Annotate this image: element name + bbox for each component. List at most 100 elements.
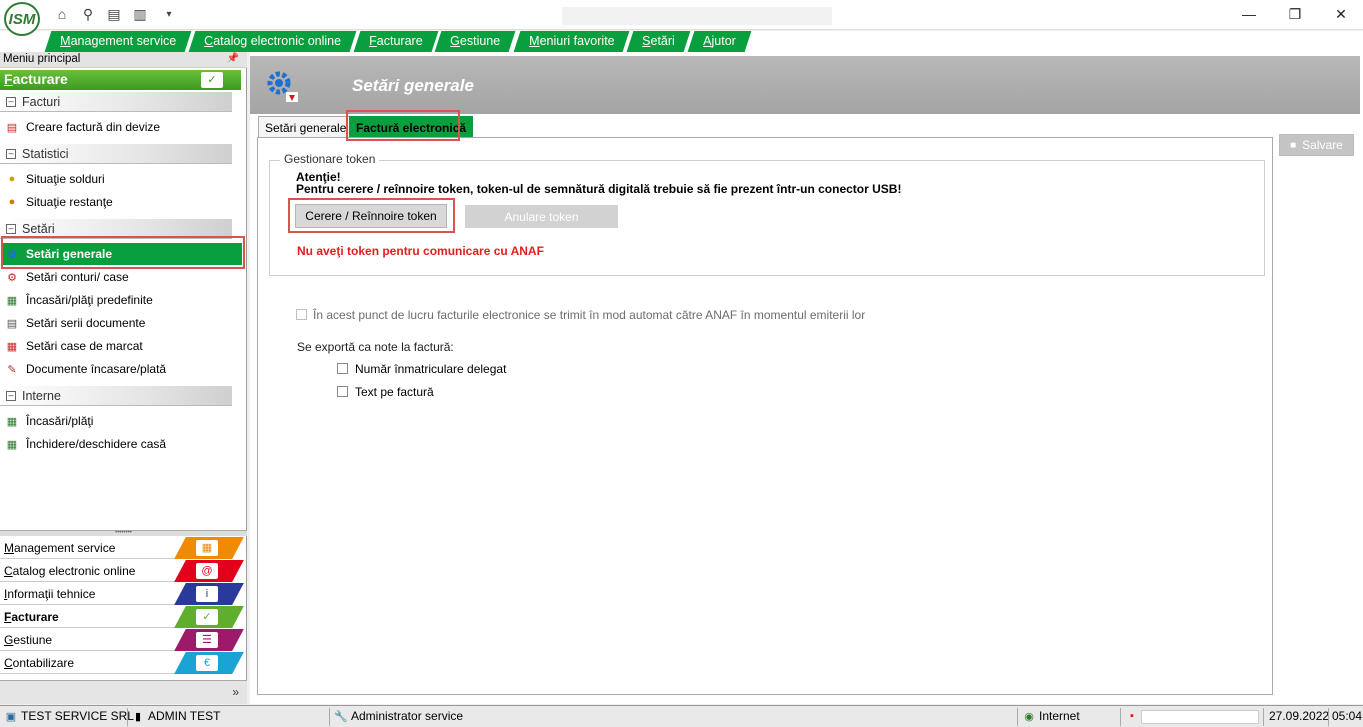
invoice-icon: ✓: [196, 609, 218, 625]
company-icon: ▣: [5, 710, 17, 723]
cash-register-icon: ▦: [6, 340, 18, 353]
highlight-box: [346, 110, 460, 141]
group-statistici[interactable]: – Statistici: [0, 144, 241, 164]
status-zone: ◉ Internet: [1022, 709, 1080, 723]
close-icon[interactable]: ✕: [1329, 4, 1353, 24]
predefined-payments-icon: ▦: [6, 294, 18, 307]
more-modules-icon[interactable]: »: [232, 685, 239, 699]
quick-access-dropdown-icon[interactable]: ▾: [160, 5, 178, 23]
menu-bar: Management service Catalog electronic on…: [0, 31, 1363, 52]
invoice-module-icon: ✓: [201, 72, 223, 88]
invoice-create-icon: ▤: [6, 121, 18, 134]
catalog-at-icon: @: [196, 563, 218, 579]
nav-setari-serii[interactable]: ▤ Setări serii documente: [2, 312, 242, 334]
menu-catalog-electronic-online[interactable]: Catalog electronic online: [188, 31, 357, 52]
token-group-title: Gestionare token: [280, 152, 380, 166]
module-facturare[interactable]: Facturare ✓: [0, 606, 244, 628]
main-menu-header: Meniu principal 📌: [0, 52, 247, 68]
cash-close-icon: ▦: [6, 438, 18, 451]
highlight-box: [1, 236, 245, 269]
cancel-token-button[interactable]: Anulare token: [465, 205, 618, 228]
status-progress: [1141, 710, 1259, 724]
restore-icon[interactable]: ❐: [1283, 4, 1307, 24]
globe-icon: ◉: [1024, 710, 1034, 723]
menu-setari[interactable]: Setări: [626, 31, 691, 52]
nr-inmatriculare-label: Număr înmatriculare delegat: [355, 362, 507, 376]
nr-inmatriculare-checkbox[interactable]: [337, 363, 348, 374]
nav-setari-case[interactable]: ▦ Setări case de marcat: [2, 335, 242, 357]
text-factura-label: Text pe factură: [355, 385, 434, 399]
module-management-service[interactable]: Management service ▦: [0, 537, 244, 559]
auto-send-checkbox[interactable]: [296, 309, 307, 320]
menu-meniuri-favorite[interactable]: Meniuri favorite: [513, 31, 630, 52]
module-informatii-tehnice[interactable]: Informaţii tehnice i: [0, 583, 244, 605]
overdue-icon: ●: [8, 196, 16, 208]
collapse-icon[interactable]: –: [6, 97, 16, 107]
collapse-icon[interactable]: –: [6, 224, 16, 234]
status-date: 27.09.2022: [1269, 709, 1330, 723]
tab-setari-generale[interactable]: Setări generale: [258, 116, 354, 137]
splitter-grip[interactable]: ••••••••: [0, 530, 247, 536]
collapse-icon[interactable]: –: [6, 391, 16, 401]
nav-situatie-solduri[interactable]: ● Situaţie solduri: [2, 168, 242, 190]
info-icon: i: [196, 586, 218, 602]
menu-ajutor[interactable]: Ajutor: [687, 31, 751, 52]
settings-gear-icon: [267, 71, 298, 102]
text-factura-checkbox[interactable]: [337, 386, 348, 397]
accounting-icon: €: [196, 655, 218, 671]
module-bar-bottom: »: [0, 680, 247, 704]
main-menu-panel: Meniu principal 📌 Facturare ✓ – Facturi …: [0, 52, 247, 704]
inventory-icon: ☰: [196, 632, 218, 648]
save-disk-icon: ■: [1290, 139, 1297, 151]
accounts-settings-icon: ⚙: [7, 271, 17, 284]
wrench-icon: 🔧: [334, 710, 348, 723]
token-status: Nu aveţi token pentru comunicare cu ANAF: [297, 244, 544, 258]
group-facturi[interactable]: – Facturi: [0, 92, 241, 112]
nav-inchidere-casa[interactable]: ▦ Închidere/deschidere casă: [2, 433, 242, 455]
status-bar: ▣ TEST SERVICE SRL ▮ ADMIN TEST 🔧 Admini…: [0, 705, 1363, 727]
balance-icon: ●: [8, 173, 16, 185]
menu-gestiune[interactable]: Gestiune: [435, 31, 516, 52]
document-series-icon: ▤: [6, 317, 18, 330]
nav-incasari-predefinite[interactable]: ▦ Încasări/plăţi predefinite: [2, 289, 242, 311]
network-icon: ▪: [1130, 710, 1134, 722]
menu-facturare[interactable]: Facturare: [353, 31, 438, 52]
module-title-band: Facturare ✓: [0, 70, 241, 90]
payments-icon: ▦: [6, 415, 18, 428]
window-title-area: [562, 7, 832, 25]
user-icon: ▮: [134, 710, 142, 723]
page-title: Setări generale: [352, 76, 474, 95]
save-button[interactable]: ■ Salvare: [1279, 134, 1354, 156]
status-company: ▣ TEST SERVICE SRL: [5, 709, 134, 723]
barcode-icon[interactable]: ▥: [131, 5, 149, 23]
warning-text: Pentru cerere / reînnoire token, token-u…: [296, 182, 902, 196]
nav-setari-conturi[interactable]: ⚙ Setări conturi/ case: [2, 266, 242, 288]
home-icon[interactable]: ⌂: [53, 5, 71, 23]
minimize-icon[interactable]: —: [1237, 4, 1261, 24]
module-contabilizare[interactable]: Contabilizare €: [0, 652, 244, 674]
status-role: 🔧 Administrator service: [334, 709, 464, 723]
module-catalog-electronic-online[interactable]: Catalog electronic online @: [0, 560, 244, 582]
payment-documents-icon: ✎: [7, 363, 17, 376]
group-interne[interactable]: – Interne: [0, 386, 241, 406]
management-service-icon: ▦: [196, 540, 218, 556]
status-user: ▮ ADMIN TEST: [131, 709, 220, 723]
module-gestiune[interactable]: Gestiune ☰: [0, 629, 244, 651]
status-time: 05:04: [1332, 709, 1363, 723]
nav-incasari-plati[interactable]: ▦ Încasări/plăţi: [2, 410, 242, 432]
status-network-icon: ▪: [1125, 709, 1142, 723]
menu-management-service[interactable]: Management service: [44, 31, 192, 52]
nav-documente-incasare[interactable]: ✎ Documente încasare/plată: [2, 358, 242, 380]
nav-creare-factura[interactable]: ▤ Creare factură din devize: [2, 116, 242, 138]
pin-icon[interactable]: 📌: [227, 53, 239, 64]
auto-send-label: În acest punct de lucru facturile electr…: [313, 308, 866, 322]
highlight-box: [288, 198, 455, 233]
nav-situatie-restante[interactable]: ● Situaţie restanţe: [2, 191, 242, 213]
collapse-icon[interactable]: –: [6, 149, 16, 159]
search-user-icon[interactable]: ⚲: [79, 5, 97, 23]
menu-items: Management service Catalog electronic on…: [44, 31, 751, 52]
document-search-icon[interactable]: ▤: [105, 5, 123, 23]
main-area: Setări generale Setări generale Factură …: [250, 52, 1363, 704]
page-header: Setări generale: [250, 56, 1360, 114]
module-title: Facturare: [4, 71, 68, 87]
